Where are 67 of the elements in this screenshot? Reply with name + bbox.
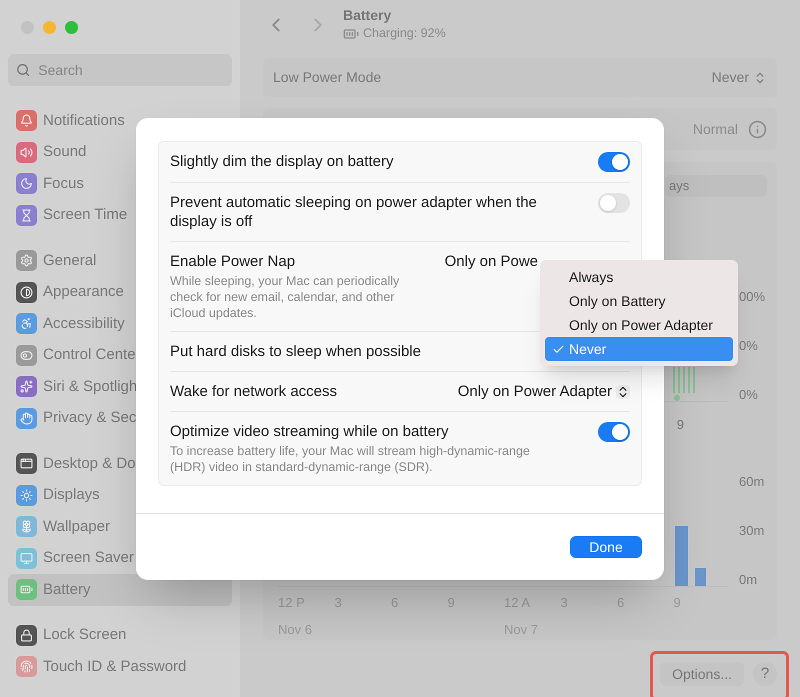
- help-button[interactable]: ?: [753, 662, 777, 686]
- sidebar-item[interactable]: Screen Saver: [8, 542, 232, 574]
- monitor-icon: [16, 548, 37, 569]
- toggle-icon: [16, 344, 37, 366]
- axis-label: 9: [676, 416, 684, 434]
- sidebar-item[interactable]: Wallpaper: [8, 511, 232, 542]
- low-power-mode-popup[interactable]: Never: [712, 67, 767, 88]
- accessibility-icon: [16, 313, 37, 334]
- setting-label: Optimize video streaming while on battery: [170, 422, 450, 441]
- check-icon: [552, 342, 564, 356]
- stepper-icon: [616, 384, 630, 398]
- menu-item[interactable]: Always: [545, 265, 733, 289]
- search-field[interactable]: Search: [8, 54, 232, 86]
- speaker-icon: [16, 142, 37, 163]
- axis-label: 00%: [739, 290, 766, 304]
- segmented-control[interactable]: ays: [665, 175, 767, 197]
- info-icon[interactable]: [748, 120, 767, 138]
- bell-icon: [16, 110, 37, 132]
- axis-label: 0%: [739, 339, 759, 354]
- popup-button[interactable]: Only on Power Adapter: [458, 382, 630, 401]
- axis-label: 60m: [739, 474, 766, 489]
- screen-usage-bars-drawing: [675, 526, 707, 586]
- page-title: Battery: [343, 7, 392, 24]
- sidebar-item[interactable]: Displays: [8, 480, 232, 511]
- lock-icon: [16, 624, 37, 646]
- moon-icon: [16, 173, 37, 194]
- window-icon: [16, 453, 37, 474]
- gear-icon: [16, 250, 37, 272]
- toggle-switch[interactable]: [598, 152, 630, 172]
- hand-icon: [16, 408, 37, 429]
- toggle-switch[interactable]: [598, 193, 630, 213]
- axis-label: 30m: [739, 524, 766, 538]
- axis-label: 0m: [739, 572, 758, 587]
- search-icon: [16, 62, 30, 78]
- sun-icon: [16, 484, 37, 506]
- options-button[interactable]: Options...: [660, 662, 744, 686]
- battery-level-bars-drawing: [673, 367, 695, 402]
- setting-label: Low Power Mode: [273, 68, 382, 87]
- popup-button[interactable]: Only on Powe: [444, 252, 538, 271]
- search-input[interactable]: Search: [38, 60, 224, 80]
- fingerprint-icon: [16, 656, 37, 678]
- minimize-window-icon[interactable]: [43, 20, 56, 34]
- sidebar-item[interactable]: Lock Screen: [8, 620, 232, 651]
- axis-label: 0%: [739, 388, 759, 402]
- done-button[interactable]: Done: [570, 536, 642, 558]
- setting-value: Normal: [692, 120, 738, 138]
- setting-label: Prevent automatic sleeping on power adapter when the display is off: [170, 193, 538, 231]
- hourglass-icon: [16, 204, 37, 226]
- flower-icon: [16, 516, 37, 538]
- sidebar-item[interactable]: Battery: [8, 574, 232, 606]
- menu-item[interactable]: Only on Battery: [545, 289, 733, 313]
- charging-status: Charging: 92%: [363, 25, 446, 42]
- contrast-icon: [16, 282, 37, 303]
- sparkle-icon: [16, 376, 37, 398]
- setting-label: Slightly dim the display on battery: [170, 152, 394, 171]
- zoom-window-icon[interactable]: [65, 20, 78, 34]
- setting-description: While sleeping, your Mac can periodically check for new email, calendar, and other iCloud updates.: [170, 273, 400, 321]
- sidebar-item[interactable]: Notifications: [8, 105, 232, 136]
- battery-icon: [16, 579, 37, 600]
- menu-item[interactable]: Only on Power Adapter: [545, 313, 733, 337]
- toggle-switch[interactable]: [598, 422, 630, 442]
- menu-item[interactable]: Never: [545, 337, 733, 361]
- setting-label: Put hard disks to sleep when possible: [170, 342, 421, 361]
- sidebar-item[interactable]: Touch ID & Password: [8, 651, 232, 682]
- setting-label: Enable Power Nap: [170, 252, 296, 271]
- setting-label: Wake for network access: [170, 382, 337, 401]
- setting-description: To increase battery life, your Mac will stream high-dynamic-range (HDR) video in standard-dynamic-range (SDR).: [170, 443, 531, 475]
